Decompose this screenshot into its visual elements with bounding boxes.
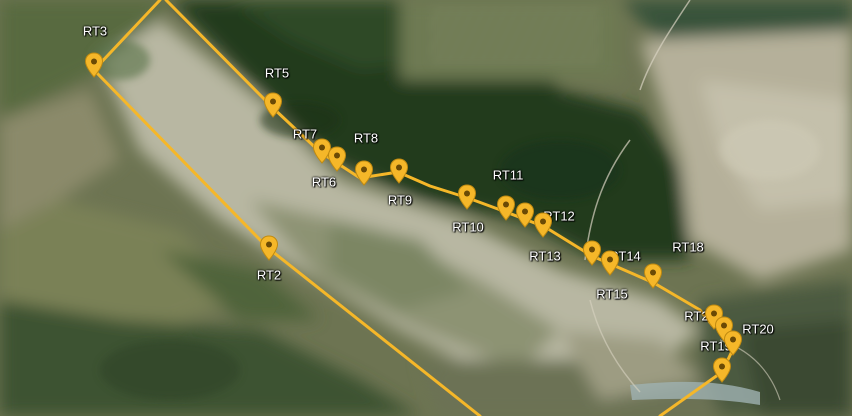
map-pin-icon[interactable]: [327, 146, 347, 172]
marker-label-rt3: RT3: [82, 23, 108, 39]
marker-label-rt13: RT13: [529, 248, 561, 264]
map-pin-icon[interactable]: [457, 184, 477, 210]
marker-label-rt9: RT9: [387, 192, 413, 208]
satellite-map[interactable]: RT3 RT5 RT7 RT8 RT6 RT9 RT11 RT10 RT12 R…: [0, 0, 852, 416]
map-pin-icon[interactable]: [723, 330, 743, 356]
map-pin-icon[interactable]: [354, 160, 374, 186]
marker-label-rt18: RT20: [742, 321, 774, 337]
marker-label-rt10: RT10: [452, 219, 484, 235]
map-pin-icon[interactable]: [515, 202, 535, 228]
map-pin-icon[interactable]: [582, 240, 602, 266]
marker-label-rt6: RT6: [311, 174, 337, 190]
map-pin-icon[interactable]: [712, 357, 732, 383]
map-pin-icon[interactable]: [496, 195, 516, 221]
map-pin-icon[interactable]: [84, 52, 104, 78]
marker-label-rt5: RT5: [264, 65, 290, 81]
marker-label-rt8: RT8: [353, 130, 379, 146]
marker-label-rt16: RT18: [672, 239, 704, 255]
map-pin-icon[interactable]: [259, 235, 279, 261]
map-pin-icon[interactable]: [533, 212, 553, 238]
map-pin-icon[interactable]: [263, 92, 283, 118]
marker-label-rt15: RT15: [596, 286, 628, 302]
map-pin-icon[interactable]: [600, 250, 620, 276]
map-pin-icon[interactable]: [389, 158, 409, 184]
map-pin-icon[interactable]: [643, 263, 663, 289]
marker-label-rt11: RT11: [492, 167, 524, 183]
marker-label-rt2: RT2: [256, 267, 282, 283]
